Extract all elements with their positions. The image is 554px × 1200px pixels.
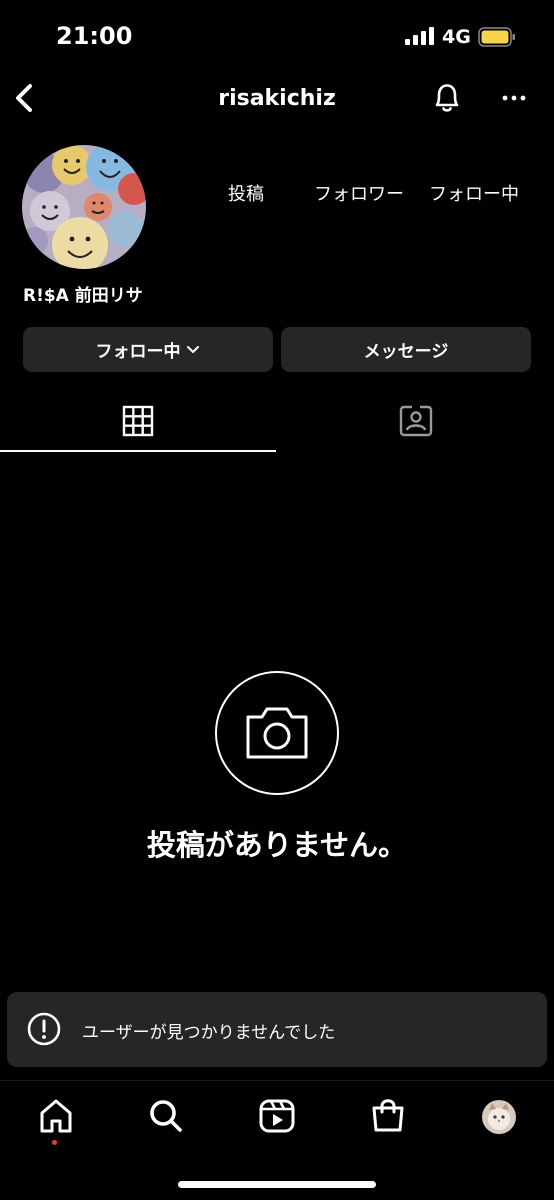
alert-icon: [27, 1012, 61, 1046]
followers-label[interactable]: フォロワー: [314, 180, 404, 206]
network-type: 4G: [442, 26, 471, 48]
display-name: R!$A 前田リサ: [23, 286, 143, 306]
following-button-label: フォロー中: [95, 342, 181, 362]
tagged-person-icon: [399, 405, 433, 437]
home-icon[interactable]: [36, 1096, 76, 1136]
message-button[interactable]: メッセージ: [281, 327, 531, 372]
following-label[interactable]: フォロー中: [429, 180, 519, 206]
home-notification-dot: [52, 1140, 57, 1145]
tab-tagged[interactable]: [278, 395, 554, 453]
reels-icon[interactable]: [257, 1096, 297, 1136]
home-indicator: [178, 1181, 376, 1188]
bell-icon[interactable]: [430, 80, 464, 116]
camera-icon: [246, 707, 308, 759]
toast-message: ユーザーが見つかりませんでした: [82, 1023, 336, 1043]
no-posts-message: 投稿がありません。: [146, 828, 408, 862]
profile-username: risakichiz: [218, 86, 336, 111]
battery-icon: [478, 27, 515, 47]
tab-posts-grid[interactable]: [0, 395, 276, 453]
signal-icon: [405, 27, 434, 45]
active-tab-indicator: [0, 450, 276, 452]
grid-icon: [122, 405, 154, 437]
posts-label: 投稿: [228, 184, 264, 205]
nav-divider: [0, 1080, 554, 1081]
search-icon[interactable]: [146, 1096, 186, 1136]
profile-avatar-nav[interactable]: [482, 1100, 516, 1134]
status-time: 21:00: [56, 22, 133, 50]
more-options-icon[interactable]: [500, 86, 528, 110]
chevron-down-icon: [186, 345, 199, 353]
profile-avatar[interactable]: [22, 145, 146, 269]
empty-state-circle: [215, 671, 339, 795]
following-button[interactable]: フォロー中: [23, 327, 273, 372]
shop-icon[interactable]: [368, 1096, 408, 1136]
